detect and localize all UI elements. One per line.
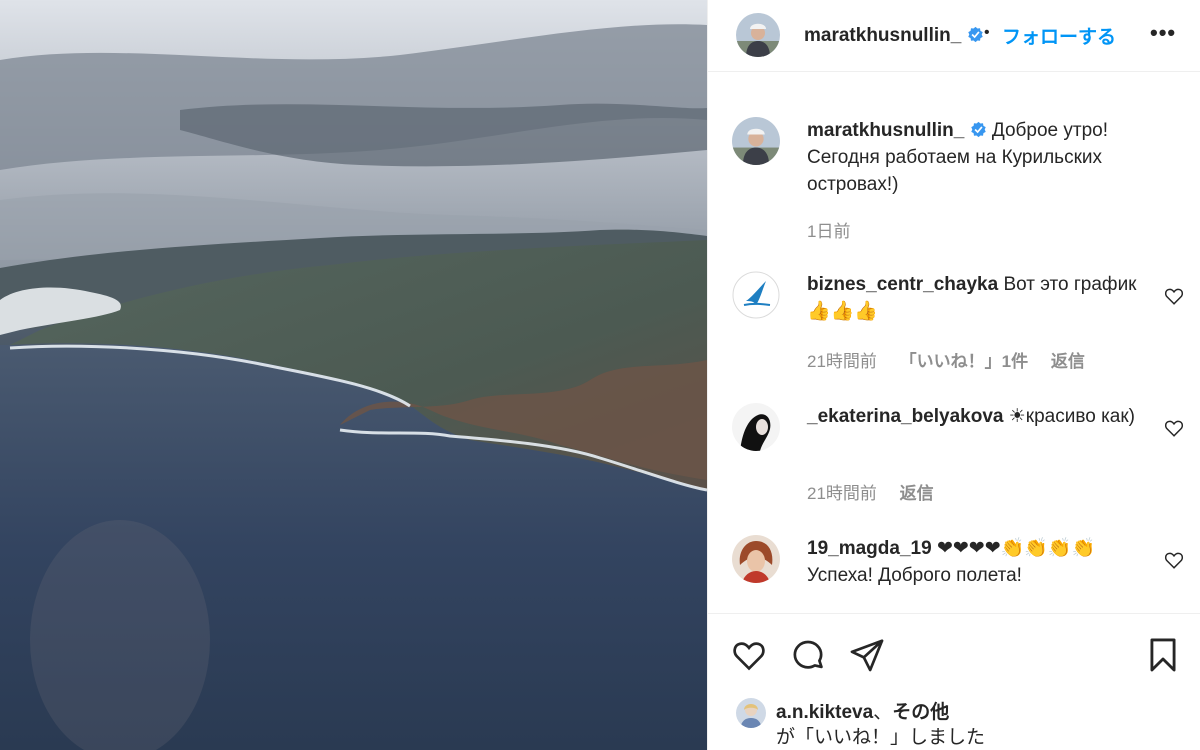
comment-time[interactable]: 21時間前 — [807, 484, 877, 503]
caption-timestamp[interactable]: 1日前 — [807, 222, 850, 241]
comment-text-block: biznes_centr_chayka Вот это график 👍👍👍 — [807, 271, 1137, 325]
comment-reply-button[interactable]: 返信 — [1051, 352, 1085, 371]
caption-username[interactable]: maratkhusnullin_ — [807, 120, 964, 141]
caption-avatar[interactable] — [732, 117, 780, 165]
comment-like-heart-icon[interactable] — [1163, 285, 1185, 307]
share-icon[interactable] — [848, 636, 886, 674]
post-side-panel: maratkhusnullin_ • フォローする ••• maratkhusn… — [707, 0, 1200, 750]
comment-meta: 21時間前 返信 — [807, 479, 952, 504]
comment-time[interactable]: 21時間前 — [807, 352, 877, 371]
comment-username[interactable]: 19_magda_19 — [807, 538, 932, 559]
comment-reply-button[interactable]: 返信 — [900, 484, 934, 503]
author-avatar[interactable] — [736, 13, 780, 57]
comment-like-heart-icon[interactable] — [1163, 417, 1185, 439]
heart-icon[interactable] — [730, 636, 768, 674]
caption-meta: 1日前 — [807, 217, 868, 242]
post-actions-bar — [708, 613, 1200, 693]
verified-badge-icon — [970, 121, 986, 138]
liked-by-others[interactable]: その他 — [892, 702, 949, 723]
comments-list[interactable]: maratkhusnullin_ Доброе утро! Сегодня ра… — [708, 73, 1200, 613]
comment-meta: 21時間前 「いいね！」1件 返信 — [807, 347, 1103, 372]
comment-icon[interactable] — [789, 636, 827, 674]
liked-by-user[interactable]: a.n.kikteva — [776, 702, 873, 723]
verified-badge-icon — [967, 26, 983, 43]
comment-like-heart-icon[interactable] — [1163, 549, 1185, 571]
comment-username[interactable]: _ekaterina_belyakova — [807, 406, 1003, 427]
comment-text-block: 19_magda_19 ❤❤❤❤👏👏👏👏 Успеха! Доброго пол… — [807, 535, 1137, 589]
follow-button[interactable]: フォローする — [1002, 22, 1116, 49]
liked-by-suffix: が「いいね！」しました — [776, 727, 986, 748]
liked-by-line: a.n.kikteva、その他 — [776, 697, 949, 724]
post-header: maratkhusnullin_ • フォローする ••• — [708, 0, 1200, 72]
comment-likes-count[interactable]: 「いいね！」1件 — [900, 352, 1028, 371]
comment-text: ☀красиво как) — [1008, 406, 1136, 427]
comment-avatar[interactable] — [732, 535, 780, 583]
more-options-button[interactable]: ••• — [1150, 20, 1176, 46]
liked-by-section: a.n.kikteva、その他 が「いいね！」しました — [708, 693, 1200, 750]
comment-text-block: _ekaterina_belyakova ☀красиво как) — [807, 403, 1137, 430]
comment-avatar[interactable] — [732, 403, 780, 451]
liked-by-avatar[interactable] — [736, 698, 766, 728]
post-photo[interactable] — [0, 0, 707, 750]
aerial-coast-image — [0, 0, 707, 750]
caption-text-block: maratkhusnullin_ Доброе утро! Сегодня ра… — [807, 117, 1137, 198]
follow-separator: • — [984, 24, 990, 41]
comment-username[interactable]: biznes_centr_chayka — [807, 274, 998, 295]
author-username[interactable]: maratkhusnullin_ — [804, 25, 984, 47]
bookmark-icon[interactable] — [1144, 636, 1182, 674]
liked-by-separator: 、 — [873, 702, 893, 723]
comment-avatar[interactable] — [732, 271, 780, 319]
